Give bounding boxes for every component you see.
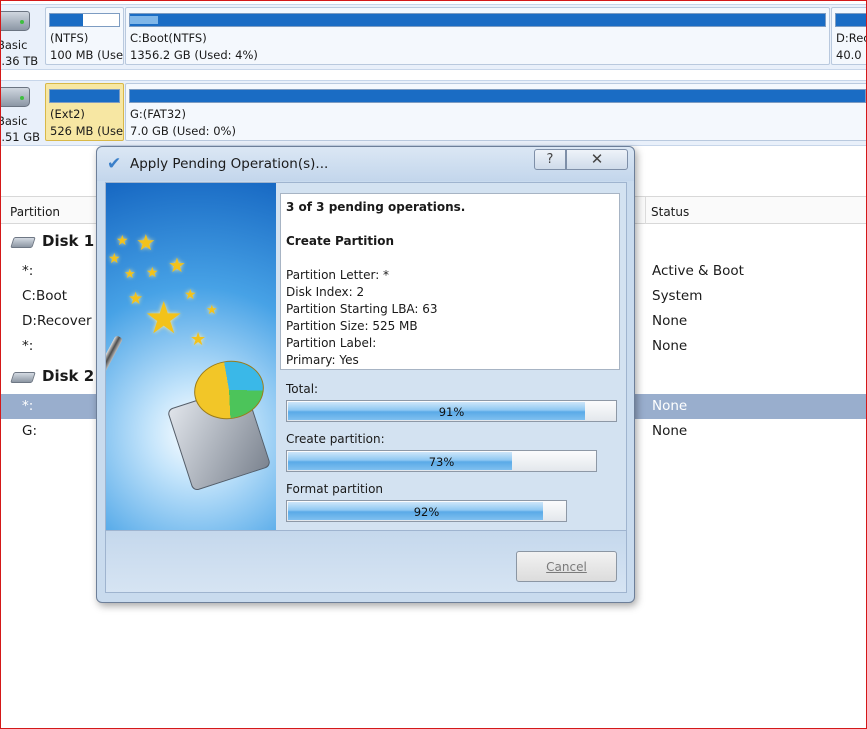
disk1-info: Basic 1.36 TB <box>0 5 44 71</box>
disk2-size: 7.51 GB <box>0 130 41 144</box>
progress-label-create: Create partition: <box>286 432 385 446</box>
star-icon: ★ <box>190 329 207 350</box>
partition-label: (NTFS) <box>50 31 89 45</box>
hard-disk-icon <box>0 11 30 31</box>
star-icon: ★ <box>184 287 197 303</box>
disk2-type: Basic <box>0 114 28 128</box>
detail-line: Partition Label: <box>286 336 377 350</box>
progress-percent: 92% <box>413 505 440 519</box>
hard-disk-icon <box>10 237 36 248</box>
magic-wand-icon <box>106 335 124 445</box>
partition-size: 7.0 GB (Used: 0%) <box>130 124 236 138</box>
partition-block-ext2[interactable]: (Ext2) 526 MB (Use <box>45 83 124 141</box>
partition-usage-bar <box>129 13 826 27</box>
progress-bar-create-partition: 73% <box>286 450 597 472</box>
close-icon: ✕ <box>590 150 604 168</box>
help-icon: ? <box>546 152 554 167</box>
partition-usage-bar <box>49 89 120 103</box>
partition-status: System <box>652 288 703 304</box>
disk1-type: Basic <box>0 38 28 52</box>
close-button[interactable]: ✕ <box>566 149 628 170</box>
partition-status: None <box>652 423 688 439</box>
partition-size: 100 MB (Used <box>50 48 124 62</box>
partition-usage-bar <box>835 13 867 27</box>
detail-line: Partition Starting LBA: 63 <box>286 302 438 316</box>
help-button[interactable]: ? <box>534 149 566 170</box>
partition-block-ntfs[interactable]: (NTFS) 100 MB (Used <box>45 7 124 65</box>
partition-usage-bar <box>129 89 866 103</box>
star-icon: ★ <box>136 231 156 256</box>
detail-line: Primary: Yes <box>286 353 359 367</box>
progress-label-total: Total: <box>286 382 319 396</box>
detail-line: Partition Letter: * <box>286 268 390 282</box>
partition-name: G: <box>22 423 38 439</box>
disk1-size: 1.36 TB <box>0 54 39 68</box>
progress-percent: 91% <box>438 405 465 419</box>
star-icon: ★ <box>124 267 136 282</box>
operation-summary: 3 of 3 pending operations. <box>286 200 466 214</box>
partition-label: (Ext2) <box>50 107 85 121</box>
column-header-partition[interactable]: Partition <box>10 205 60 219</box>
partition-name: *: <box>22 338 34 354</box>
partition-label: G:(FAT32) <box>130 107 186 121</box>
operation-name: Create Partition <box>286 234 394 248</box>
column-header-status[interactable]: Status <box>651 205 689 219</box>
partition-name: *: <box>22 398 34 414</box>
checkmark-icon: ✔ <box>107 154 122 174</box>
partition-block-g-fat32[interactable]: G:(FAT32) 7.0 GB (Used: 0%) <box>125 83 867 141</box>
dialog-footer: Cancel <box>105 531 627 593</box>
wizard-illustration: ★ ★ ★ ★ ★ ★ ★ ★ ★ ★ ★ <box>106 183 276 530</box>
progress-percent: 73% <box>428 455 455 469</box>
partition-status: Active & Boot <box>652 263 744 279</box>
partition-usage-bar <box>49 13 120 27</box>
partition-name: *: <box>22 263 34 279</box>
star-icon: ★ <box>146 265 159 281</box>
partition-size: 40.0 <box>836 48 862 62</box>
dialog-body: ★ ★ ★ ★ ★ ★ ★ ★ ★ ★ ★ 3 of 3 pending ope… <box>105 182 627 531</box>
partition-name: D:Recover <box>22 313 92 329</box>
star-icon: ★ <box>144 293 184 344</box>
partition-block-d-recover[interactable]: D:Rec 40.0 <box>831 7 867 65</box>
detail-line: Disk Index: 2 <box>286 285 365 299</box>
partition-label: D:Rec <box>836 31 867 45</box>
detail-line: Partition Size: 525 MB <box>286 319 418 333</box>
star-icon: ★ <box>116 233 129 249</box>
partition-size: 1356.2 GB (Used: 4%) <box>130 48 258 62</box>
cancel-button[interactable]: Cancel <box>516 551 617 582</box>
partition-status: None <box>652 338 688 354</box>
star-icon: ★ <box>168 253 186 277</box>
operation-info-box: 3 of 3 pending operations. Create Partit… <box>280 193 620 370</box>
column-divider[interactable] <box>645 197 646 224</box>
progress-label-format: Format partition <box>286 482 384 496</box>
apply-pending-operations-dialog: ✔ Apply Pending Operation(s)... ? ✕ ★ ★ … <box>96 146 635 603</box>
disk2-info: Basic 7.51 GB <box>0 81 44 147</box>
star-icon: ★ <box>128 289 144 309</box>
partition-name: C:Boot <box>22 288 68 304</box>
disk-map-row-disk1[interactable]: Basic 1.36 TB (NTFS) 100 MB (Used C:Boot… <box>0 4 867 70</box>
disk-group-label: Disk 1 <box>42 232 95 250</box>
star-icon: ★ <box>206 303 218 318</box>
partition-block-c-boot[interactable]: C:Boot(NTFS) 1356.2 GB (Used: 4%) <box>125 7 830 65</box>
progress-bar-format-partition: 92% <box>286 500 567 522</box>
partition-status: None <box>652 313 688 329</box>
disk-group-label: Disk 2 <box>42 367 95 385</box>
partition-size: 526 MB (Use <box>50 124 124 138</box>
dialog-titlebar[interactable]: ✔ Apply Pending Operation(s)... ? ✕ <box>97 147 634 181</box>
dialog-title: Apply Pending Operation(s)... <box>130 156 329 172</box>
hard-disk-icon <box>0 87 30 107</box>
star-icon: ★ <box>108 251 121 267</box>
disk-map-row-disk2[interactable]: Basic 7.51 GB (Ext2) 526 MB (Use G:(FAT3… <box>0 80 867 146</box>
hard-disk-icon <box>10 372 36 383</box>
progress-bar-total: 91% <box>286 400 617 422</box>
partition-status: None <box>652 398 688 414</box>
partition-label: C:Boot(NTFS) <box>130 31 207 45</box>
